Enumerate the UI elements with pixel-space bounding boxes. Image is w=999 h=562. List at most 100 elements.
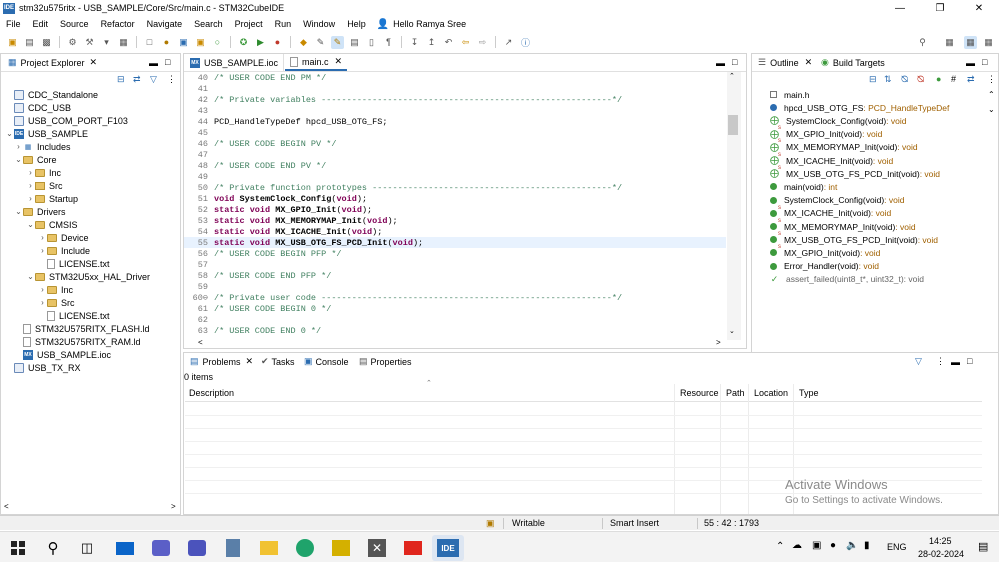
- scroll-up-icon[interactable]: ⌃: [988, 90, 998, 102]
- tree-item-hal-src[interactable]: › Src: [38, 296, 74, 309]
- menu-help[interactable]: Help: [341, 19, 372, 29]
- column-resource[interactable]: Resource: [680, 388, 719, 398]
- tree-item-hal-inc[interactable]: › Inc: [38, 283, 73, 296]
- close-button[interactable]: ✕: [959, 0, 999, 16]
- collapse-all-icon[interactable]: ⊟: [869, 74, 877, 85]
- menu-run[interactable]: Run: [269, 19, 298, 29]
- column-description[interactable]: Description: [189, 388, 234, 398]
- minimize-view-icon[interactable]: ▬: [716, 58, 725, 68]
- code-line[interactable]: 61 /* USER CODE BEGIN 0 */: [184, 303, 726, 314]
- block-selection-icon[interactable]: ▯: [365, 36, 378, 49]
- code-line[interactable]: 63 /* USER CODE END 0 */: [184, 325, 726, 336]
- column-type[interactable]: Type: [799, 388, 819, 398]
- outline-item[interactable]: SystemClock_Config(void) : void: [770, 194, 904, 207]
- tree-item-usb-tx-rx[interactable]: USB_TX_RX: [5, 361, 81, 374]
- tree-item-core[interactable]: ⌄ Core: [14, 153, 56, 166]
- open-perspective-icon[interactable]: ▦: [943, 36, 956, 49]
- hide-fields-icon[interactable]: ⦰: [901, 74, 908, 85]
- external-tools-icon[interactable]: ●: [271, 36, 284, 49]
- maximize-button[interactable]: ❐: [920, 0, 960, 16]
- close-icon[interactable]: ✕: [90, 57, 98, 68]
- outline-item[interactable]: s MX_ICACHE_Init(void) : void: [770, 205, 891, 220]
- outline-item[interactable]: ⨁ SystemClock_Config(void) : void: [770, 114, 906, 127]
- forward-icon[interactable]: ⇨: [476, 36, 489, 49]
- last-edit-icon[interactable]: ↶: [442, 36, 455, 49]
- new-icon[interactable]: ▣: [6, 36, 19, 49]
- chevron-right-icon[interactable]: ›: [26, 181, 35, 190]
- code-line[interactable]: 59: [184, 281, 726, 292]
- run-icon[interactable]: ▶: [254, 36, 267, 49]
- tree-item-cmsis[interactable]: ⌄ CMSIS: [26, 218, 77, 231]
- code-editor[interactable]: 40 /* USER CODE END PM */ 41 42 /* Private v…: [184, 71, 726, 339]
- problems-tab[interactable]: ▤ Problems ✕: [185, 353, 259, 370]
- next-annotation-icon[interactable]: ↧: [408, 36, 421, 49]
- onedrive-icon[interactable]: ☁: [792, 540, 802, 551]
- tree-item-device[interactable]: › Device: [38, 231, 88, 244]
- code-line[interactable]: 51 void SystemClock_Config(void);: [184, 193, 726, 204]
- menu-refactor[interactable]: Refactor: [95, 19, 141, 29]
- scroll-left-icon[interactable]: <: [4, 502, 9, 511]
- clock-time[interactable]: 14:25: [929, 536, 952, 546]
- code-line[interactable]: 48 /* USER CODE END PV */: [184, 160, 726, 171]
- build-all-icon[interactable]: ▦: [117, 36, 130, 49]
- code-line[interactable]: 46 /* USER CODE BEGIN PV */: [184, 138, 726, 149]
- debug-perspective-icon[interactable]: ▦: [982, 36, 995, 49]
- build-hammer-icon[interactable]: ⚒: [83, 36, 96, 49]
- outline-item[interactable]: ⨁ s MX_ICACHE_Init(void) : void: [770, 152, 893, 167]
- microchip-app-icon[interactable]: [400, 535, 426, 561]
- hide-static-icon[interactable]: ⦰: [917, 74, 924, 85]
- tree-item-drivers[interactable]: ⌄ Drivers: [14, 205, 65, 218]
- toggle-word-wrap-icon[interactable]: ▤: [348, 36, 361, 49]
- tree-item-ioc[interactable]: MX USB_SAMPLE.ioc: [23, 348, 111, 361]
- outline-item[interactable]: s MX_USB_OTG_FS_PCD_Init(void) : void: [770, 231, 938, 246]
- search-pen-icon[interactable]: ✎: [314, 36, 327, 49]
- outline-item[interactable]: s MX_GPIO_Init(void) : void: [770, 244, 880, 259]
- code-line[interactable]: 57: [184, 259, 726, 270]
- battery-icon[interactable]: ▮: [864, 540, 870, 551]
- settings-icon[interactable]: ⚙: [66, 36, 79, 49]
- code-line[interactable]: 55 static void MX_USB_OTG_FS_PCD_Init(voi…: [184, 237, 726, 248]
- minimize-button[interactable]: —: [880, 0, 920, 16]
- console-tab[interactable]: ▣ Console: [299, 353, 354, 370]
- outline-item[interactable]: ⨁ s MX_USB_OTG_FS_PCD_Init(void) : void: [770, 165, 940, 180]
- maximize-view-icon[interactable]: □: [982, 57, 987, 67]
- code-line[interactable]: 58 /* USER CODE END PFP */: [184, 270, 726, 281]
- teams-work-app-icon[interactable]: [184, 535, 210, 561]
- tree-item-cdc-standalone[interactable]: CDC_Standalone: [5, 88, 98, 101]
- language-indicator[interactable]: ENG: [887, 542, 907, 552]
- collapse-all-icon[interactable]: ⊟: [117, 74, 125, 85]
- tree-item-ram-ld[interactable]: STM32U575RITX_RAM.ld: [23, 335, 141, 348]
- vertical-scrollbar[interactable]: ⌃ ⌄: [727, 72, 741, 340]
- code-line[interactable]: 49: [184, 171, 726, 182]
- maximize-view-icon[interactable]: □: [967, 356, 972, 366]
- user-menu[interactable]: 👤 Hello Ramya Sree: [372, 19, 471, 30]
- open-console-icon[interactable]: ↗: [502, 36, 515, 49]
- scroll-down-icon[interactable]: ⌄: [729, 327, 735, 335]
- hide-non-public-icon[interactable]: ●: [936, 74, 941, 84]
- close-icon[interactable]: ✕: [805, 57, 813, 68]
- info-icon[interactable]: ⓘ: [519, 36, 532, 49]
- menu-source[interactable]: Source: [54, 19, 95, 29]
- search-icon[interactable]: ⚲: [916, 36, 929, 49]
- outline-item[interactable]: hpcd_USB_OTG_FS : PCD_HandleTypeDef: [770, 101, 949, 114]
- code-line[interactable]: 60⊖ /* Private user code ----------------…: [184, 292, 726, 303]
- tree-item-cmsis-license[interactable]: LICENSE.txt: [47, 257, 110, 270]
- outline-item[interactable]: ⨁ s MX_MEMORYMAP_Init(void) : void: [770, 138, 918, 154]
- close-icon[interactable]: ✕: [246, 356, 254, 367]
- column-path[interactable]: Path: [726, 388, 745, 398]
- debug-bug-icon[interactable]: ●: [160, 36, 173, 49]
- chevron-down-icon[interactable]: ⌄: [14, 207, 23, 216]
- volume-icon[interactable]: 🔈: [846, 540, 858, 551]
- maximize-view-icon[interactable]: □: [732, 57, 737, 67]
- notifications-icon[interactable]: ▤: [978, 540, 988, 553]
- code-line[interactable]: 43: [184, 105, 726, 116]
- chevron-down-icon[interactable]: ⌄: [26, 220, 35, 229]
- build-targets-tab[interactable]: ◉ Build Targets: [816, 54, 890, 71]
- build-config-icon[interactable]: ▾: [100, 36, 113, 49]
- scroll-right-icon[interactable]: >: [716, 338, 721, 347]
- tree-item-includes[interactable]: › ▦ Includes: [14, 140, 70, 153]
- wifi-icon[interactable]: ●: [830, 540, 836, 551]
- code-line[interactable]: 50 /* Private function prototypes -------…: [184, 182, 726, 193]
- menu-edit[interactable]: Edit: [27, 19, 55, 29]
- chevron-right-icon[interactable]: ›: [14, 142, 23, 151]
